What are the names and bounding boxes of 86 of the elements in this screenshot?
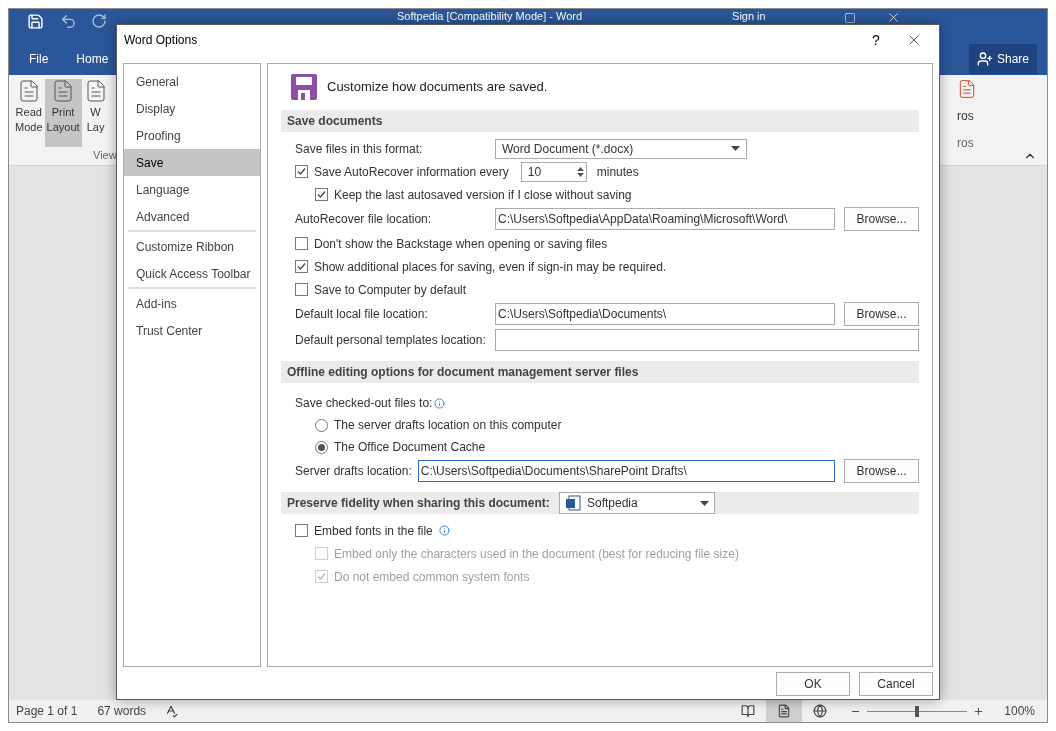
caret-icon <box>731 146 740 151</box>
word-count[interactable]: 67 words <box>97 702 147 720</box>
caret-icon <box>700 500 709 506</box>
group-label: ros <box>957 135 975 152</box>
checkbox-label: Show additional places for saving, even if sign-in may be required. <box>314 258 667 276</box>
checkbox-label: Keep the last autosaved version if I close without saving <box>334 186 632 204</box>
macros-button[interactable]: ros <box>957 79 987 124</box>
checkbox-label: Embed fonts in the file <box>314 522 433 540</box>
checkbox-label: Save to Computer by default <box>314 281 467 299</box>
document-dropdown[interactable]: Softpedia <box>559 492 715 514</box>
checkbox[interactable] <box>295 260 308 273</box>
zoom-percent[interactable]: 100% <box>1004 702 1035 720</box>
checkbox[interactable] <box>295 283 308 296</box>
radio-label: The server drafts location on this computer <box>334 417 562 434</box>
category-item[interactable]: General <box>124 68 260 95</box>
browse-button[interactable]: Browse... <box>844 302 919 326</box>
cancel-button[interactable]: Cancel <box>859 672 933 696</box>
page-layout-icon <box>777 704 792 718</box>
field-label: Default personal templates location: <box>295 332 487 349</box>
path-field[interactable] <box>495 329 919 351</box>
add-person-icon <box>976 51 993 67</box>
page-count[interactable]: Page 1 of 1 <box>16 702 78 720</box>
dialog-title: Word Options <box>124 32 199 49</box>
view-mode-button[interactable]: Print Layout <box>44 79 82 147</box>
category-item[interactable]: Advanced <box>124 203 260 230</box>
view-mode-button[interactable]: W Lay <box>81 79 110 147</box>
zoom-in-icon[interactable] <box>973 705 985 717</box>
path-field[interactable]: C:\Users\Softpedia\Documents\ <box>495 303 835 325</box>
ribbon-tab[interactable]: Home <box>76 50 109 68</box>
section-header: Save documents <box>281 110 919 132</box>
field-label: AutoRecover file location: <box>295 211 433 228</box>
undo-icon[interactable] <box>60 13 77 30</box>
proofing-icon[interactable] <box>164 704 179 718</box>
browse-button[interactable]: Browse... <box>844 459 919 483</box>
checkbox-label: Do not embed common system fonts <box>334 568 530 586</box>
format-dropdown[interactable]: Word Document (*.docx) <box>495 138 747 159</box>
save-icon[interactable] <box>27 13 44 30</box>
checkbox[interactable] <box>315 188 328 201</box>
redo-icon[interactable] <box>91 13 107 29</box>
ribbon-tab[interactable]: File <box>29 50 49 68</box>
category-item[interactable]: Save <box>124 149 260 176</box>
browse-button[interactable]: Browse... <box>844 207 919 231</box>
page-heading: Customize how documents are saved. <box>327 78 548 97</box>
view-button[interactable] <box>766 700 803 722</box>
group-label: View <box>92 148 117 163</box>
field-label: Save checked-out files to: <box>295 395 433 412</box>
window-title: Softpedia [Compatibility Mode] - Word <box>397 10 583 22</box>
field-label: Save files in this format: <box>295 140 424 158</box>
unit-label: minutes <box>596 163 639 181</box>
category-item[interactable]: Trust Center <box>128 317 256 344</box>
maximize-icon[interactable] <box>843 12 856 24</box>
read-mode-icon <box>741 704 756 718</box>
path-field[interactable]: C:\Users\Softpedia\AppData\Roaming\Microsoft\Word\ <box>495 208 835 230</box>
share-button[interactable]: Share <box>968 44 1037 74</box>
ok-button[interactable]: OK <box>776 672 850 696</box>
zoom-thumb[interactable] <box>915 705 920 717</box>
category-item[interactable]: Language <box>124 176 260 203</box>
checkbox[interactable] <box>295 237 308 250</box>
info-icon[interactable] <box>434 397 446 409</box>
checkbox-label: Embed only the characters used in the document (best for reducing file size) <box>334 545 739 563</box>
checkbox-label: Save AutoRecover information every <box>314 163 509 181</box>
view-mode-button[interactable]: Read Mode <box>13 79 45 147</box>
help-button[interactable]: ? <box>861 29 891 51</box>
category-item[interactable]: Proofing <box>124 122 260 149</box>
web-layout-icon <box>813 704 828 718</box>
checkbox[interactable] <box>295 524 308 537</box>
info-icon[interactable] <box>438 525 450 536</box>
checkbox[interactable] <box>295 165 308 178</box>
minutes-spinner[interactable]: 10 <box>520 161 587 182</box>
macro-icon <box>957 79 977 99</box>
radio-label: The Office Document Cache <box>334 439 486 456</box>
category-item[interactable]: Quick Access Toolbar <box>128 260 256 287</box>
field-label: Server drafts location: <box>295 463 413 480</box>
section-header: Preserve fidelity when sharing this document: Softpedia <box>281 492 919 514</box>
sign-in-link[interactable]: Sign in <box>732 10 766 22</box>
category-item[interactable]: Customize Ribbon <box>128 233 256 260</box>
document-icon <box>565 495 581 511</box>
section-header: Offline editing options for document management server files <box>281 361 919 383</box>
checkbox-label: Don't show the Backstage when opening or saving files <box>314 235 608 253</box>
category-item[interactable]: Display <box>124 95 260 122</box>
radio-button[interactable] <box>315 440 328 454</box>
radio-button[interactable] <box>315 418 328 432</box>
spinner-arrows-icon[interactable] <box>576 165 584 178</box>
path-field[interactable]: C:\Users\Softpedia\Documents\SharePoint Drafts\ <box>417 460 835 482</box>
category-item[interactable]: Add-ins <box>128 290 256 317</box>
field-label: Default local file location: <box>295 306 429 323</box>
